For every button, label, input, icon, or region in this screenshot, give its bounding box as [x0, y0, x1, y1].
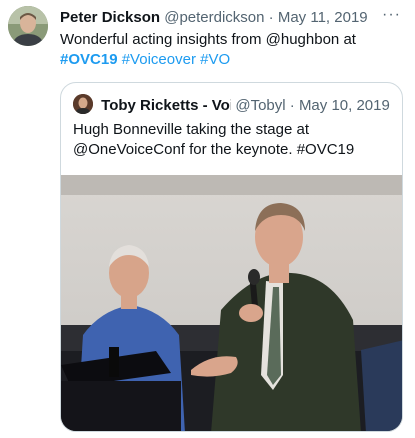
more-options-icon[interactable]: ···	[382, 6, 401, 24]
quoted-author-name[interactable]: Toby Ricketts - Voi	[101, 97, 231, 115]
quoted-author-handle[interactable]: @Tobyl	[235, 97, 285, 115]
tweet-header: Peter Dickson @peterdickson · May 11, 20…	[60, 9, 375, 27]
separator-dot: ·	[268, 9, 274, 26]
hashtag-voiceover[interactable]: #Voiceover	[122, 51, 196, 68]
author-handle[interactable]: @peterdickson	[164, 9, 264, 26]
author-avatar[interactable]	[8, 6, 48, 46]
quoted-tweet-text: Hugh Bonneville taking the stage at @One…	[73, 121, 355, 158]
author-name[interactable]: Peter Dickson	[60, 9, 160, 26]
hashtag-vo[interactable]: #VO	[200, 51, 230, 68]
quoted-tweet[interactable]: Toby Ricketts - Voi @Tobyl · May 10, 201…	[60, 82, 403, 432]
hashtag-ovc19[interactable]: #OVC19	[60, 51, 118, 68]
tweet-text: Wonderful acting insights from @hughbon …	[60, 30, 403, 70]
quoted-tweet-date[interactable]: May 10, 2019	[299, 97, 390, 114]
quoted-author-avatar[interactable]	[73, 94, 93, 114]
tweet-date[interactable]: May 11, 2019	[278, 9, 368, 26]
quoted-separator-dot: ·	[289, 97, 295, 114]
quoted-tweet-photo[interactable]	[61, 175, 402, 431]
quoted-tweet-header: Toby Ricketts - Voi @Tobyl · May 10, 201…	[73, 94, 392, 115]
tweet-text-main: Wonderful acting insights from @hughbon …	[60, 31, 356, 48]
